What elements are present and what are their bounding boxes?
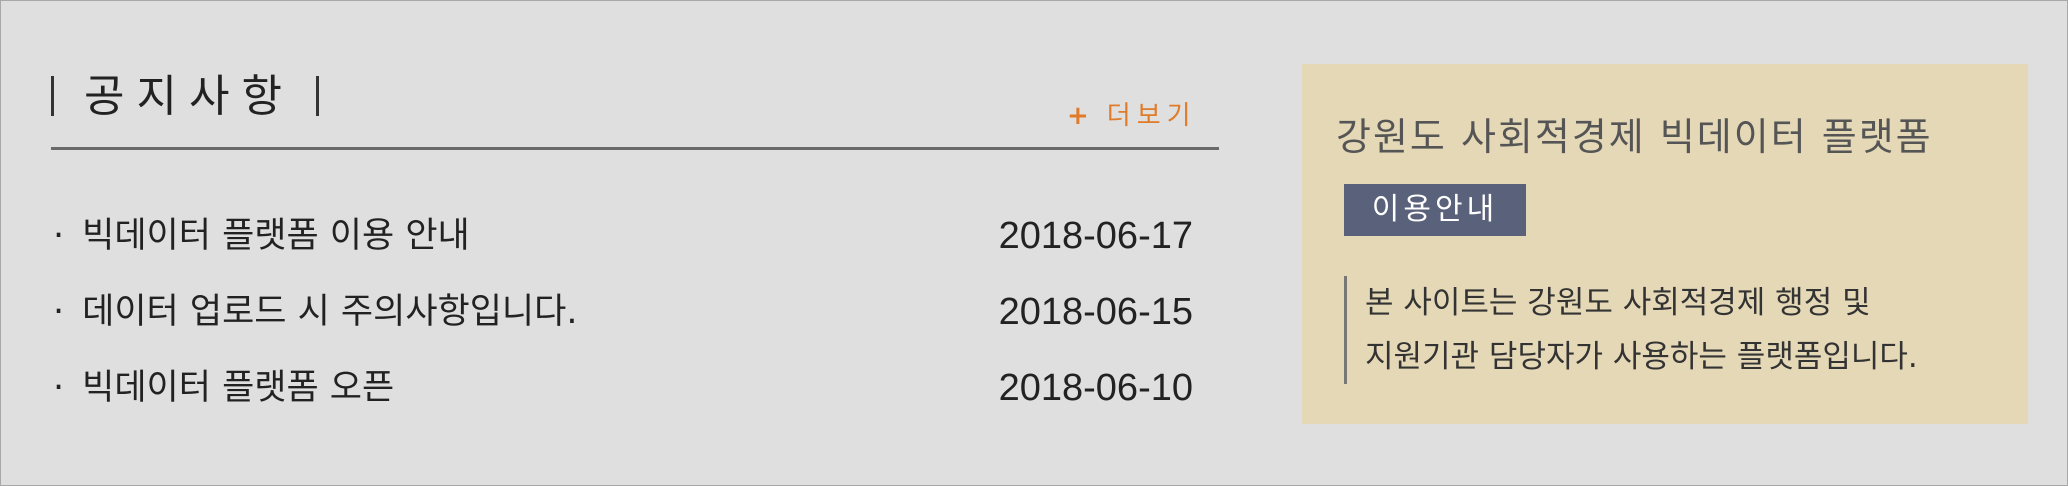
heading-right-bar — [315, 76, 319, 116]
notice-subject: 빅데이터 플랫폼 이용 안내 — [82, 216, 470, 256]
notice-row: · 데이터 업로드 시 주의사항입니다. 2018-06-15 — [53, 285, 1193, 361]
more-label: 더보기 — [1106, 101, 1197, 131]
notice-date: 2018-06-17 — [998, 215, 1193, 257]
notice-link[interactable]: · 빅데이터 플랫폼 이용 안내 — [53, 209, 470, 285]
plus-icon: + — [1067, 101, 1095, 131]
notice-row: · 빅데이터 플랫폼 오픈 2018-06-10 — [53, 361, 1193, 437]
heading-left-bar — [51, 76, 54, 116]
notice-list: · 빅데이터 플랫폼 이용 안내 2018-06-17 · 데이터 업로드 시 주의… — [53, 209, 1193, 437]
info-desc-line: 본 사이트는 강원도 사회적경제 행정 및 — [1365, 285, 1871, 321]
notice-subject: 빅데이터 플랫폼 오픈 — [82, 368, 395, 408]
notice-date: 2018-06-10 — [998, 367, 1193, 409]
info-panel: 강원도 사회적경제 빅데이터 플랫폼 이용안내 본 사이트는 강원도 사회적경제… — [1302, 64, 2028, 424]
info-desc-line: 지원기관 담당자가 사용하는 플랫폼입니다. — [1365, 339, 1918, 375]
notice-divider — [51, 147, 1219, 150]
info-title: 강원도 사회적경제 빅데이터 플랫폼 — [1336, 115, 1933, 159]
notice-date: 2018-06-15 — [998, 291, 1193, 333]
notice-title-text: 공지사항 — [84, 71, 294, 122]
page-container: 공지사항 + 더보기 · 빅데이터 플랫폼 이용 안내 2018-06-17 · 데이… — [0, 0, 2068, 486]
more-button[interactable]: + 더보기 — [1067, 95, 1197, 132]
bullet: · — [53, 216, 65, 256]
bullet: · — [53, 292, 65, 332]
notice-row: · 빅데이터 플랫폼 이용 안내 2018-06-17 — [53, 209, 1193, 285]
notice-heading: 공지사항 — [51, 67, 319, 127]
notice-subject: 데이터 업로드 시 주의사항입니다. — [82, 292, 578, 332]
notice-link[interactable]: · 데이터 업로드 시 주의사항입니다. — [53, 285, 577, 361]
bullet: · — [53, 368, 65, 408]
guide-badge: 이용안내 — [1344, 184, 1526, 236]
info-description: 본 사이트는 강원도 사회적경제 행정 및 지원기관 담당자가 사용하는 플랫폼… — [1344, 276, 1918, 384]
notice-link[interactable]: · 빅데이터 플랫폼 오픈 — [53, 361, 394, 437]
